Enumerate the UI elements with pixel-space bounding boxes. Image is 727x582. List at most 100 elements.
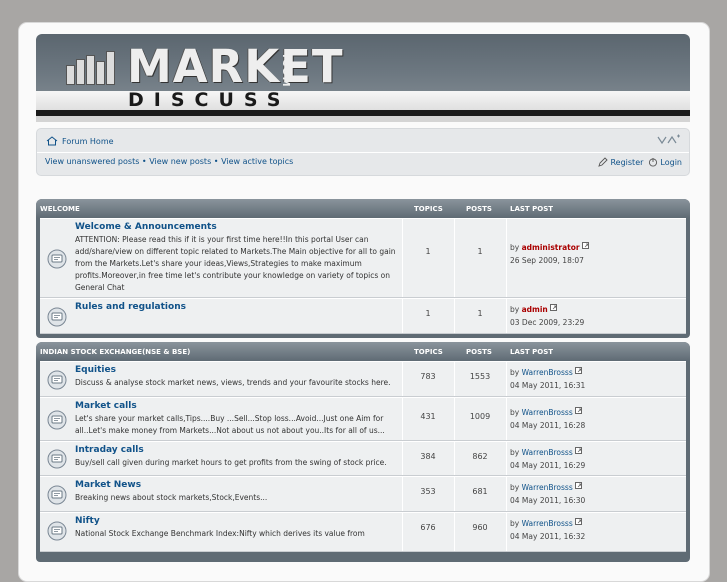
forum-read-icon	[47, 249, 67, 269]
forum-row[interactable]: Nifty National Stock Exchange Benchmark …	[40, 512, 686, 552]
posts-count: 1	[477, 247, 483, 256]
forum-title-link[interactable]: Rules and regulations	[75, 302, 186, 312]
last-post-author[interactable]: WarrenBrosss	[522, 368, 573, 377]
col-divider	[402, 513, 403, 551]
logo-market[interactable]: MARKET	[127, 44, 344, 89]
forum-title-link[interactable]: Nifty	[75, 516, 100, 526]
forum-description: Breaking news about stock markets,Stock,…	[75, 493, 268, 502]
section-title: INDIAN STOCK EXCHANGE(NSE & BSE)	[40, 348, 191, 356]
by-label: by	[510, 243, 520, 252]
view-latest-icon[interactable]	[575, 482, 583, 490]
topics-count: 1	[425, 247, 431, 256]
last-post-date: 03 Dec 2009, 23:29	[510, 318, 585, 327]
quick-links: View unanswered posts • View new posts •…	[45, 157, 293, 166]
logo-discuss[interactable]: DISCUSS	[128, 91, 290, 110]
register-link[interactable]: Register	[598, 157, 643, 167]
forum-description: ATTENTION: Please read this if it is you…	[75, 235, 396, 292]
topics-count: 431	[420, 412, 436, 421]
forum-title-link[interactable]: Market calls	[75, 401, 137, 411]
col-divider	[506, 477, 507, 511]
topics-count: 783	[420, 372, 436, 381]
navbar-top-row	[37, 129, 689, 153]
view-latest-icon[interactable]	[550, 304, 558, 312]
forum-title-link[interactable]: Intraday calls	[75, 445, 144, 455]
forum-description: Buy/sell call given during market hours …	[75, 458, 387, 467]
forum-row[interactable]: Equities Discuss & analyse stock market …	[40, 361, 686, 397]
login-link[interactable]: Login	[648, 157, 682, 167]
forum-description: Discuss & analyse stock market news, vie…	[75, 378, 391, 387]
topics-count: 384	[420, 452, 436, 461]
col-divider	[454, 219, 455, 297]
topics-count: 1	[425, 309, 431, 318]
forum-section-indian-stock-exchange: INDIAN STOCK EXCHANGE(NSE & BSE) TOPICS …	[36, 342, 690, 562]
posts-count: 681	[472, 487, 488, 496]
active-topics-link[interactable]: View active topics	[221, 157, 293, 166]
forum-read-icon	[47, 370, 67, 390]
last-post-author[interactable]: WarrenBrosss	[522, 519, 573, 528]
sep: •	[213, 157, 219, 166]
by-label: by	[510, 448, 520, 457]
forum-row[interactable]: Rules and regulations 1 1 by admin 03 De…	[40, 298, 686, 334]
forum-title-link[interactable]: Welcome & Announcements	[75, 222, 217, 232]
last-post: by WarrenBrosss 04 May 2011, 16:31	[510, 366, 585, 392]
unanswered-link[interactable]: View unanswered posts	[45, 157, 139, 166]
col-divider	[402, 219, 403, 297]
pencil-icon	[598, 157, 609, 167]
view-latest-icon[interactable]	[575, 447, 583, 455]
last-post-author[interactable]: WarrenBrosss	[522, 408, 573, 417]
forum-read-icon	[47, 449, 67, 469]
new-posts-link[interactable]: View new posts	[149, 157, 211, 166]
view-latest-icon[interactable]	[581, 242, 590, 250]
forum-read-icon	[47, 521, 67, 541]
last-post-author[interactable]: admin	[522, 305, 548, 314]
last-post: by administrator 26 Sep 2009, 18:07	[510, 241, 590, 267]
header-stripe-light	[36, 116, 690, 122]
forum-read-icon	[47, 307, 67, 327]
col-divider	[506, 219, 507, 297]
col-posts: POSTS	[466, 348, 492, 356]
last-post-author[interactable]: WarrenBrosss	[522, 448, 573, 457]
login-label: Login	[660, 157, 682, 167]
sep: •	[141, 157, 147, 166]
forum-description: Let's share your market calls,Tips....Bu…	[75, 414, 385, 435]
col-posts: POSTS	[466, 205, 492, 213]
breadcrumb[interactable]: Forum Home	[46, 136, 114, 146]
font-resize-icon[interactable]	[657, 134, 681, 148]
view-latest-icon[interactable]	[575, 518, 583, 526]
last-post: by admin 03 Dec 2009, 23:29	[510, 303, 584, 329]
col-divider	[454, 513, 455, 551]
forum-title-link[interactable]: Equities	[75, 365, 116, 375]
last-post: by WarrenBrosss 04 May 2011, 16:29	[510, 446, 585, 472]
by-label: by	[510, 368, 520, 377]
last-post-author[interactable]: WarrenBrosss	[522, 483, 573, 492]
col-last-post: LAST POST	[510, 205, 554, 213]
last-post: by WarrenBrosss 04 May 2011, 16:30	[510, 481, 585, 507]
forum-row[interactable]: Welcome & Announcements ATTENTION: Pleas…	[40, 218, 686, 298]
last-post-date: 04 May 2011, 16:30	[510, 496, 586, 505]
topics-count: 676	[420, 523, 436, 532]
forum-row[interactable]: Market News Breaking news about stock ma…	[40, 476, 686, 512]
col-topics: TOPICS	[414, 348, 443, 356]
forum-title-link[interactable]: Market News	[75, 480, 141, 490]
site-header: MARKET .COM DISCUSS	[36, 34, 690, 122]
view-latest-icon[interactable]	[575, 407, 583, 415]
section-title: WELCOME	[40, 205, 80, 213]
topics-count: 353	[420, 487, 436, 496]
posts-count: 1553	[469, 372, 491, 381]
last-post-author[interactable]: administrator	[522, 243, 580, 252]
last-post-date: 04 May 2011, 16:28	[510, 421, 586, 430]
navbar: Forum Home View unanswered posts • View …	[36, 128, 690, 176]
section-header: WELCOME TOPICS POSTS LAST POST	[36, 199, 690, 218]
last-post: by WarrenBrosss 04 May 2011, 16:28	[510, 406, 585, 432]
forum-read-icon	[47, 410, 67, 430]
by-label: by	[510, 305, 520, 314]
forum-row[interactable]: Market calls Let's share your market cal…	[40, 397, 686, 441]
col-last-post: LAST POST	[510, 348, 554, 356]
forum-row[interactable]: Intraday calls Buy/sell call given durin…	[40, 441, 686, 476]
view-latest-icon[interactable]	[575, 367, 583, 375]
register-label: Register	[610, 157, 644, 167]
forum-section-welcome: WELCOME TOPICS POSTS LAST POST Welcome &…	[36, 199, 690, 338]
last-post-date: 04 May 2011, 16:32	[510, 532, 586, 541]
forum-home-link[interactable]: Forum Home	[62, 137, 114, 146]
last-post-date: 04 May 2011, 16:31	[510, 381, 586, 390]
